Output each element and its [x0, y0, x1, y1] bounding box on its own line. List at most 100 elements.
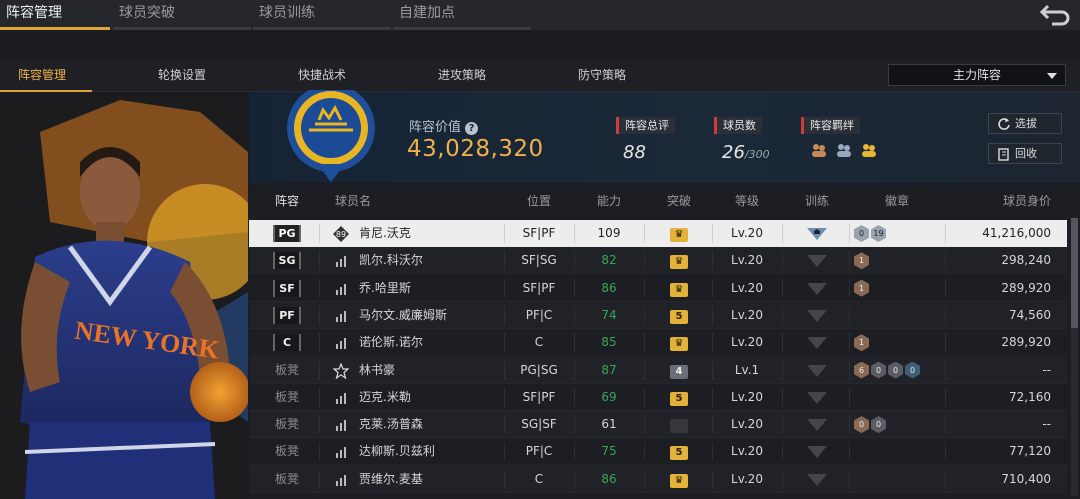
- lineup-bond: 阵容羁绊: [801, 114, 879, 158]
- training-cell[interactable]: [789, 411, 845, 438]
- player-name[interactable]: 诺伦斯.诺尔: [359, 329, 423, 356]
- recycle-icon: [998, 148, 1009, 161]
- player-ability: 61: [601, 417, 617, 432]
- break-cell[interactable]: 5: [651, 302, 707, 329]
- table-row[interactable]: SG 凯尔.科沃尔 SF|SG 82 ♛ Lv.20 1 298,240: [249, 247, 1067, 275]
- slot-label: 板凳: [274, 362, 299, 377]
- break-cell[interactable]: ·: [651, 411, 707, 438]
- training-icon[interactable]: [806, 418, 828, 432]
- break-cell[interactable]: 5: [651, 438, 707, 465]
- badges-cell[interactable]: 00: [854, 411, 888, 438]
- top-tab-custom-points[interactable]: 自建加点: [393, 0, 531, 30]
- bond-people-icon[interactable]: [859, 142, 879, 158]
- player-name[interactable]: 凯尔.科沃尔: [359, 247, 423, 274]
- break-level-badge: 4: [670, 364, 688, 379]
- break-cell[interactable]: ♛: [651, 466, 707, 493]
- bond-people-icon[interactable]: [834, 142, 854, 158]
- table-row[interactable]: 板凳 林书豪 PG|SG 87 4 Lv.1 6000 --: [249, 356, 1067, 384]
- top-tab-bar: 阵容管理 球员突破 球员训练 自建加点: [0, 0, 1080, 30]
- break-empty-icon: ·: [670, 419, 688, 434]
- table-row[interactable]: SF 乔.哈里斯 SF|PF 86 ♛ Lv.20 1 289,920: [249, 275, 1067, 302]
- training-icon[interactable]: [806, 282, 828, 296]
- player-name[interactable]: 达柳斯.贝兹利: [359, 438, 435, 465]
- col-badges: 徽章: [884, 194, 909, 208]
- player-ability: 75: [601, 444, 617, 459]
- table-row[interactable]: PG 89 肯尼.沃克 SF|PF 109 ♛ Lv.20 0 19 41,216…: [249, 220, 1067, 247]
- lineup-dropdown[interactable]: 主力阵容: [888, 64, 1066, 86]
- training-cell[interactable]: [789, 438, 845, 465]
- training-icon[interactable]: [806, 364, 828, 378]
- training-cell[interactable]: [789, 275, 845, 302]
- pick-button[interactable]: 选拔: [988, 113, 1062, 134]
- break-cell[interactable]: ♛: [651, 247, 707, 274]
- break-cell[interactable]: 5: [651, 384, 707, 411]
- table-row[interactable]: 板凳 贾维尔.麦基 C 86 ♛ Lv.20 710,400: [249, 465, 1067, 493]
- training-icon[interactable]: [806, 227, 828, 241]
- player-price: 289,920: [1001, 280, 1051, 295]
- refresh-icon: [998, 118, 1010, 130]
- player-ability: 74: [601, 307, 617, 322]
- training-icon[interactable]: [806, 473, 828, 487]
- sub-tab-lineup[interactable]: 阵容管理: [0, 58, 92, 92]
- training-icon[interactable]: [806, 391, 828, 405]
- player-ability: 87: [601, 362, 617, 377]
- break-cell[interactable]: 4: [651, 357, 707, 384]
- table-row[interactable]: PF 马尔文.威廉姆斯 PF|C 74 5 Lv.20 74,560: [249, 301, 1067, 329]
- back-arrow-icon[interactable]: [1038, 2, 1072, 26]
- training-icon[interactable]: [806, 254, 828, 268]
- table-row[interactable]: 板凳 迈克.米勒 SF|PF 69 5 Lv.20 72,160: [249, 384, 1067, 411]
- training-icon[interactable]: [806, 309, 828, 323]
- player-name[interactable]: 肯尼.沃克: [359, 220, 411, 247]
- scrollbar-thumb[interactable]: [1071, 218, 1078, 328]
- training-cell[interactable]: [789, 466, 845, 493]
- break-level-badge: 5: [670, 309, 688, 324]
- sub-tab-defense[interactable]: 防守策略: [552, 58, 652, 92]
- table-row[interactable]: 板凳 克莱.汤普森 SG|SF 61 · Lv.20 00 --: [249, 411, 1067, 439]
- table-row[interactable]: 板凳 达柳斯.贝兹利 PF|C 75 5 Lv.20 77,120: [249, 438, 1067, 466]
- player-position: PF|C: [525, 307, 553, 322]
- player-price: 710,400: [1001, 471, 1051, 486]
- badges-cell[interactable]: 6000: [854, 357, 922, 384]
- player-name[interactable]: 马尔文.威廉姆斯: [359, 302, 447, 329]
- training-cell[interactable]: [789, 357, 845, 384]
- player-position: SG|SF: [521, 417, 557, 432]
- table-row[interactable]: C 诺伦斯.诺尔 C 85 ♛ Lv.20 1 289,920: [249, 329, 1067, 357]
- player-position: SF|PF: [522, 280, 556, 295]
- top-tab-breakthrough[interactable]: 球员突破: [113, 0, 251, 30]
- recycle-button[interactable]: 回收: [988, 143, 1062, 164]
- table-header: 阵容 球员名 位置 能力 突破 等级 训练 徽章 球员身价: [249, 186, 1080, 216]
- player-position: C: [534, 471, 544, 486]
- col-training: 训练: [804, 194, 829, 208]
- top-tab-label: 自建加点: [399, 5, 455, 21]
- training-icon[interactable]: [806, 336, 828, 350]
- player-name[interactable]: 林书豪: [359, 357, 395, 384]
- break-cell[interactable]: ♛: [651, 329, 707, 356]
- player-position: SF|PF: [522, 389, 556, 404]
- badges-cell[interactable]: 1: [854, 275, 871, 302]
- help-icon[interactable]: ?: [465, 122, 479, 135]
- training-cell[interactable]: [789, 302, 845, 329]
- training-cell[interactable]: [789, 384, 845, 411]
- badges-cell[interactable]: 1: [854, 329, 871, 356]
- player-name[interactable]: 贾维尔.麦基: [359, 466, 423, 493]
- break-cell[interactable]: ♛: [651, 220, 707, 247]
- top-tab-label: 球员训练: [259, 5, 315, 21]
- top-tab-training[interactable]: 球员训练: [253, 0, 391, 30]
- training-icon[interactable]: [806, 445, 828, 459]
- top-tab-lineup[interactable]: 阵容管理: [0, 0, 110, 30]
- badges-cell[interactable]: 1: [854, 247, 871, 274]
- sub-tab-tactics[interactable]: 快捷战术: [272, 58, 372, 92]
- training-cell[interactable]: [789, 247, 845, 274]
- player-name[interactable]: 克莱.汤普森: [359, 411, 423, 438]
- badge-icon: 0: [871, 361, 886, 379]
- break-cell[interactable]: ♛: [651, 275, 707, 302]
- training-cell[interactable]: [789, 220, 845, 247]
- player-name[interactable]: 迈克.米勒: [359, 384, 411, 411]
- sub-tab-offense[interactable]: 进攻策略: [412, 58, 512, 92]
- break-crown-icon: ♛: [670, 473, 688, 488]
- player-name[interactable]: 乔.哈里斯: [359, 275, 411, 302]
- sub-tab-rotation[interactable]: 轮换设置: [132, 58, 232, 92]
- training-cell[interactable]: [789, 329, 845, 356]
- bond-people-icon[interactable]: [809, 142, 829, 158]
- badges-cell[interactable]: 0 19: [854, 220, 888, 247]
